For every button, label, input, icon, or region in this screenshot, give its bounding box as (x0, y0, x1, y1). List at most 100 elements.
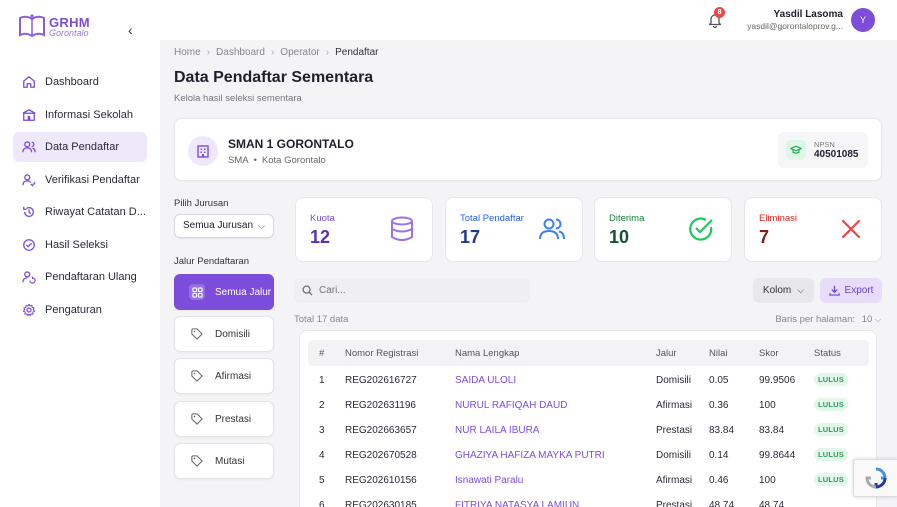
table-row[interactable]: 5 REG202610156 Isnawati Paralu Afirmasi 0.46… (308, 469, 869, 494)
school-city: Kota Gorontalo (261, 155, 326, 166)
rows-per-page: Baris per halaman: 10 ⌵ (775, 314, 881, 325)
jalur-mutasi-button[interactable]: Mutasi (174, 443, 274, 479)
stat-label: Diterima (609, 213, 645, 224)
nilai-cell: 0.05 (709, 375, 729, 386)
student-name-link[interactable]: NURUL RAFIQAH DAUD (455, 400, 567, 411)
avatar[interactable]: Y (851, 8, 875, 32)
column-header[interactable]: Jalur (656, 348, 677, 359)
brand-logo[interactable]: GRHM Gorontalo (18, 14, 90, 40)
database-icon (391, 216, 413, 241)
sidebar-item-hasil-seleksi[interactable]: Hasil Seleksi (13, 230, 147, 260)
jalur-cell: Afirmasi (656, 475, 693, 486)
sidebar-item-informasi-sekolah[interactable]: Informasi Sekolah (13, 100, 147, 130)
sidebar-item-verifikasi-pendaftar[interactable]: Verifikasi Pendaftar (13, 165, 147, 195)
student-name-link[interactable]: FITRIYA NATASYA LAMIUN (455, 500, 579, 507)
sidebar-item-data-pendaftar[interactable]: Data Pendaftar (13, 132, 147, 162)
jalur-label-text: Semua Jalur (215, 286, 272, 298)
sidebar-item-label: Pendaftaran Ulang (45, 271, 137, 283)
sidebar-item-riwayat-catatan[interactable]: Riwayat Catatan D... (13, 197, 147, 227)
user-name: Yasdil Lasoma (773, 8, 843, 20)
column-header[interactable]: Nilai (709, 348, 727, 359)
recaptcha-icon (864, 467, 887, 489)
status-badge: LULUS (814, 373, 848, 386)
search-icon (302, 285, 313, 296)
jalur-label-text: Afirmasi (215, 370, 252, 382)
stat-card-total-pendaftar: Total Pendaftar 17 (445, 197, 583, 262)
rows-per-page-select[interactable]: 10 ⌵ (862, 314, 881, 325)
sidebar-item-pendaftaran-ulang[interactable]: Pendaftaran Ulang (13, 262, 147, 292)
tag-icon (189, 453, 205, 469)
jurusan-label: Pilih Jurusan (174, 198, 229, 209)
table-row[interactable]: 1 REG202616727 SAIDA ULOLI Domisili 0.05 99.9… (308, 369, 869, 394)
separator-dot: • (253, 155, 257, 166)
rows-per-page-value: 10 (861, 314, 873, 325)
row-number: 3 (319, 425, 325, 436)
home-icon (23, 76, 35, 88)
skor-cell: 99.8644 (759, 450, 796, 461)
jalur-prestasi-button[interactable]: Prestasi (174, 401, 274, 437)
book-logo-icon (19, 14, 45, 38)
registrants-table: # Nomor Registrasi Nama Lengkap Jalur Ni… (299, 330, 877, 507)
stat-value: 7 (759, 227, 770, 247)
registration-number: REG202630185 (345, 500, 417, 507)
chevron-down-icon: ⌵ (797, 285, 805, 295)
search-input[interactable] (319, 285, 519, 296)
export-button[interactable]: Export (820, 278, 882, 303)
jurusan-select[interactable]: Semua Jurusan ⌵ (174, 214, 274, 238)
sidebar-item-label: Verifikasi Pendaftar (45, 173, 140, 186)
status-badge: LULUS (814, 448, 848, 461)
jalur-domisili-button[interactable]: Domisili (174, 316, 274, 352)
jalur-semua-button[interactable]: Semua Jalur (174, 274, 274, 310)
kolom-button[interactable]: Kolom ⌵ (753, 278, 814, 303)
table-row[interactable]: 4 REG202670528 GHAZIYA HAFIZA MAYKA PUTRI D… (308, 444, 869, 469)
column-header[interactable]: # (319, 348, 324, 359)
stat-value: 17 (460, 227, 481, 247)
skor-cell: 48.74 (759, 500, 785, 507)
collapse-sidebar-icon[interactable]: ‹ (128, 22, 133, 38)
page-title: Data Pendaftar Sementara (174, 69, 374, 86)
jalur-afirmasi-button[interactable]: Afirmasi (174, 358, 274, 394)
table-row[interactable]: 3 REG202663657 NUR LAILA IBURA Prestasi 83.8… (308, 419, 869, 444)
user-info[interactable]: Yasdil Lasoma yasdil@gorontaloprov.g... (747, 9, 843, 31)
row-number: 5 (319, 475, 325, 486)
jalur-cell: Prestasi (656, 425, 693, 436)
student-name-link[interactable]: NUR LAILA IBURA (455, 425, 539, 436)
notification-badge: 8 (714, 7, 726, 18)
sidebar-item-dashboard[interactable]: Dashboard (13, 67, 147, 97)
student-name-link[interactable]: GHAZIYA HAFIZA MAYKA PUTRI (455, 450, 605, 461)
tag-icon (189, 411, 205, 427)
breadcrumb-dashboard[interactable]: Dashboard (216, 47, 265, 58)
status-badge: LULUS (814, 398, 848, 411)
refresh-user-icon (22, 271, 36, 284)
breadcrumb-operator[interactable]: Operator (280, 47, 319, 58)
x-icon (841, 219, 861, 239)
tag-icon (189, 368, 205, 384)
table-row[interactable]: 2 REG202631196 NURUL RAFIQAH DAUD Afirmasi 0… (308, 394, 869, 419)
status-badge: LULUS (814, 423, 848, 436)
registration-number: REG202663657 (345, 425, 417, 436)
column-header[interactable]: Skor (759, 348, 779, 359)
sidebar-item-label: Informasi Sekolah (45, 108, 134, 121)
user-email: yasdil@gorontaloprov.g... (747, 20, 843, 31)
recaptcha-badge[interactable] (853, 459, 897, 497)
jalur-cell: Domisili (656, 375, 691, 386)
column-header[interactable]: Nama Lengkap (455, 348, 519, 359)
student-name-link[interactable]: SAIDA ULOLI (455, 375, 516, 386)
download-icon (828, 285, 840, 296)
stat-value: 12 (310, 227, 331, 247)
student-name-link[interactable]: Isnawati Paralu (455, 475, 523, 486)
sidebar-nav: Dashboard Informasi Sekolah Data Pendaft… (13, 67, 147, 327)
chevron-right-icon: › (325, 47, 330, 58)
status-badge: LULUS (814, 473, 848, 486)
column-header[interactable]: Nomor Registrasi (345, 348, 418, 359)
stat-card-kuota: Kuota 12 (295, 197, 433, 262)
nilai-cell: 83.84 (709, 425, 735, 436)
npsn-value: 40501085 (814, 149, 859, 160)
breadcrumb-home[interactable]: Home (174, 47, 201, 58)
table-row[interactable]: 6 REG202630185 FITRIYA NATASYA LAMIUN Prest… (308, 494, 869, 507)
jalur-label-text: Mutasi (215, 455, 245, 467)
column-header[interactable]: Status (814, 348, 841, 359)
npsn-label: NPSN (814, 140, 835, 149)
notification-button[interactable]: 8 (707, 7, 726, 29)
sidebar-item-pengaturan[interactable]: Pengaturan (13, 295, 147, 325)
